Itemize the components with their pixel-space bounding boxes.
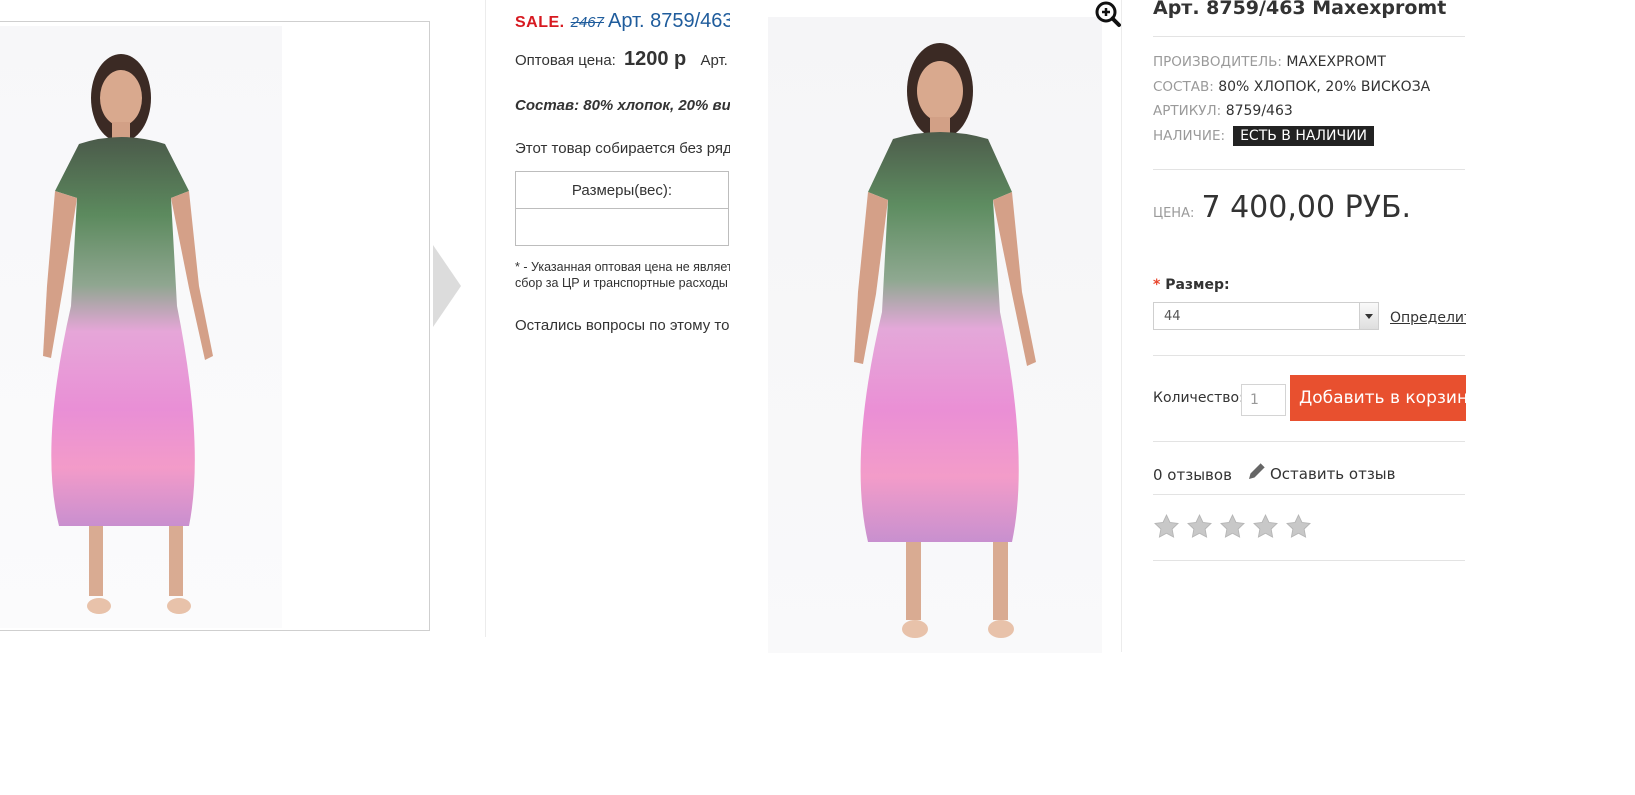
wholesale-price: 1200 р	[624, 48, 687, 70]
quantity-label: Количество:	[1153, 390, 1244, 406]
wholesale-price-row: Оптовая цена: 1200 р Арт. 8759/463	[515, 48, 730, 71]
star-icon[interactable]	[1219, 513, 1246, 540]
size-label: * Размер:	[1153, 277, 1230, 293]
write-review-label: Оставить отзыв	[1270, 465, 1396, 483]
divider	[1153, 36, 1465, 37]
availability-label: Наличие:	[1153, 127, 1226, 144]
product-photo-thumbnail[interactable]	[0, 26, 282, 628]
divider	[1153, 169, 1465, 170]
price-row: ЦЕНА: 7 400,00 РУБ.	[1153, 190, 1411, 225]
star-icon[interactable]	[1153, 513, 1180, 540]
zoom-in-icon[interactable]	[1094, 0, 1122, 28]
divider	[1153, 355, 1465, 356]
rating-stars[interactable]	[1153, 513, 1313, 544]
old-price: 2467	[570, 14, 604, 31]
star-icon[interactable]	[1285, 513, 1312, 540]
composition-text: Состав: 80% хлопок, 20% вискоза	[515, 97, 730, 114]
dress-model-main-image	[854, 43, 1036, 638]
quantity-input[interactable]	[1241, 384, 1286, 416]
product-properties: Производитель: MAXEXPROMT Состав: 80% ХЛ…	[1153, 50, 1430, 148]
product-thumbnail-frame[interactable]	[0, 21, 430, 631]
composition-value: 80% ХЛОПОК, 20% ВИСКОЗА	[1218, 78, 1431, 95]
wholesale-article: Арт. 8759/463	[700, 52, 730, 69]
product-info-panel: Арт. 8759/463 Maxexpromt Производитель: …	[1153, 0, 1466, 640]
footnote-line-2: сбор за ЦР и транспортные расходы	[515, 276, 728, 290]
wholesale-label: Оптовая цена:	[515, 52, 616, 69]
size-select[interactable]: 44	[1153, 302, 1379, 330]
size-selected-value: 44	[1164, 309, 1181, 324]
size-label-text: Размер:	[1165, 277, 1230, 293]
column-divider	[1121, 0, 1122, 652]
star-icon[interactable]	[1252, 513, 1279, 540]
reviews-count[interactable]: 0 отзывов	[1153, 466, 1232, 484]
add-to-cart-button[interactable]: Добавить в корзину	[1290, 375, 1466, 421]
composition-label: Состав:	[1153, 78, 1214, 95]
write-review-link[interactable]: Оставить отзыв	[1246, 460, 1396, 483]
footnote-line-1: * - Указанная оптовая цена не является о…	[515, 260, 730, 274]
sizes-table-header: Размеры(вес):	[515, 171, 729, 209]
divider	[1153, 494, 1465, 495]
sale-label: SALE.	[515, 14, 565, 31]
dress-model-image	[43, 54, 213, 614]
assembly-notice: Этот товар собирается без рядов	[515, 140, 730, 157]
availability-row: Наличие: ЕСТЬ В НАЛИЧИИ	[1153, 124, 1430, 149]
sizes-table: Размеры(вес):	[515, 171, 729, 246]
divider	[1153, 560, 1465, 561]
star-icon[interactable]	[1186, 513, 1213, 540]
manufacturer-row: Производитель: MAXEXPROMT	[1153, 50, 1430, 75]
column-divider	[485, 0, 486, 637]
divider	[1153, 441, 1465, 442]
description-panel: SALE. 2467Арт. 8759/463 Maxexpromt Оптова…	[515, 0, 730, 640]
sizes-table-cell	[515, 208, 729, 246]
pencil-icon	[1249, 462, 1266, 479]
product-title: Арт. 8759/463 Maxexpromt	[1153, 0, 1447, 19]
manufacturer-label: Производитель:	[1153, 54, 1282, 70]
article-value: 8759/463	[1225, 103, 1293, 119]
product-main-photo[interactable]	[768, 17, 1102, 653]
description-heading: SALE. 2467Арт. 8759/463 Maxexpromt	[515, 10, 730, 33]
article-label: Артикул:	[1153, 103, 1222, 119]
in-stock-badge: ЕСТЬ В НАЛИЧИИ	[1233, 125, 1375, 146]
questions-text: Остались вопросы по этому товару?	[515, 317, 730, 334]
dropdown-button[interactable]	[1359, 303, 1378, 329]
article-title-link[interactable]: Арт. 8759/463 Maxexpromt	[608, 10, 730, 32]
required-mark: *	[1153, 277, 1161, 293]
size-guide-link[interactable]: Определить размер	[1390, 310, 1466, 326]
manufacturer-value: MAXEXPROMT	[1286, 54, 1386, 70]
article-row: Артикул: 8759/463	[1153, 99, 1430, 124]
composition-row: Состав: 80% ХЛОПОК, 20% ВИСКОЗА	[1153, 75, 1430, 100]
price-footnote: * - Указанная оптовая цена не является о…	[515, 259, 730, 291]
next-image-arrow-icon[interactable]	[433, 245, 461, 327]
price-value: 7 400,00 РУБ.	[1201, 190, 1412, 225]
price-label: ЦЕНА:	[1153, 206, 1195, 221]
chevron-down-icon	[1365, 314, 1373, 319]
